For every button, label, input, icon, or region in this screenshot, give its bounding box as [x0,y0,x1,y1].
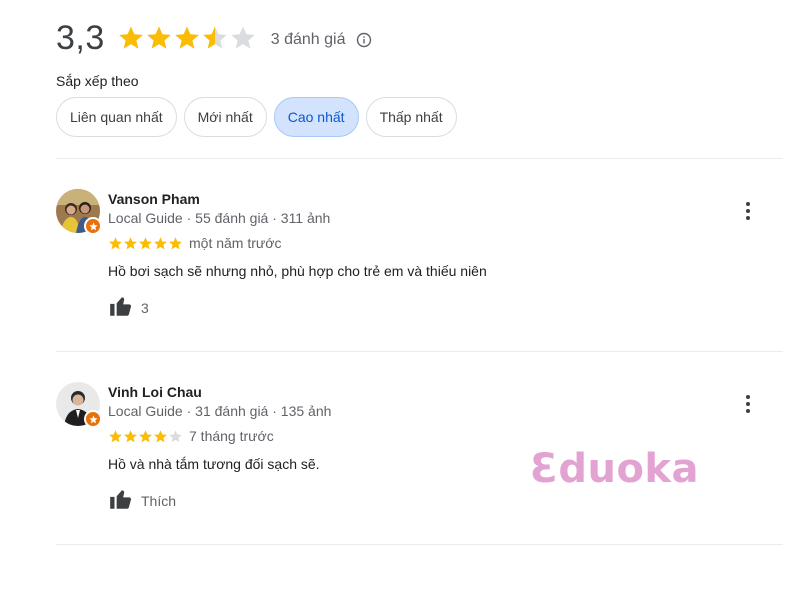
star-filled-icon [109,236,122,249]
reviewer-name[interactable]: Vanson Pham [108,191,200,207]
info-icon[interactable] [356,32,372,48]
review-date: 7 tháng trước [189,428,274,444]
review-rating: một năm trước [108,235,281,251]
sort-chip-lowest[interactable]: Thấp nhất [365,97,457,137]
watermark-logo: Ɛduoka [530,446,700,492]
sort-chip-newest[interactable]: Mới nhất [183,97,267,137]
star-filled-icon [169,236,182,249]
review-text: Hồ bơi sạch sẽ nhưng nhỏ, phù hợp cho tr… [108,263,487,279]
average-rating-stars [117,24,257,52]
more-options-icon[interactable] [736,199,760,223]
star-empty-icon [230,26,255,49]
sort-chip-relevant[interactable]: Liên quan nhất [56,97,177,137]
avatar[interactable] [56,189,102,235]
star-filled-icon [139,236,152,249]
star-filled-icon [146,26,171,49]
reviewer-meta: Local Guide · 31 đánh giá · 135 ảnh [108,403,332,419]
more-options-icon[interactable] [736,392,760,416]
star-filled-icon [154,429,167,442]
star-filled-icon [124,429,137,442]
reviewer-name[interactable]: Vinh Loi Chau [108,384,202,400]
star-filled-icon [139,429,152,442]
review-rating: 7 tháng trước [108,428,274,444]
avatar[interactable] [56,382,102,428]
review-count[interactable]: 3 đánh giá [271,31,346,49]
reviewer-meta: Local Guide · 55 đánh giá · 311 ảnh [108,210,331,226]
review-stars [108,236,183,251]
star-filled-icon [174,26,199,49]
review-date: một năm trước [189,235,282,251]
star-filled-icon [109,429,122,442]
rating-summary: 3,3 3 đánh giá [56,16,372,60]
sort-label: Sắp xếp theo [56,73,139,89]
sort-chips: Liên quan nhất Mới nhất Cao nhất Thấp nh… [56,97,464,137]
thumbs-up-icon [110,490,132,509]
local-guide-badge [84,410,102,428]
divider [56,158,783,159]
like-label: Thích [141,492,177,509]
like-count: 3 [141,299,149,316]
review-stars [108,429,183,444]
thumbs-up-icon [110,297,132,316]
star-filled-icon [118,26,143,49]
star-filled-icon [124,236,137,249]
like-button[interactable]: Thích [108,486,176,512]
review-text: Hồ và nhà tắm tương đối sạch sẽ. [108,456,320,472]
star-filled-icon [154,236,167,249]
like-button[interactable]: 3 [108,293,149,319]
local-guide-badge [84,217,102,235]
sort-chip-highest[interactable]: Cao nhất [273,97,359,137]
review-item: Vanson Pham Local Guide · 55 đánh giá · … [56,189,783,329]
star-half-icon [202,26,227,49]
divider [56,544,783,545]
star-empty-icon [169,429,182,442]
average-rating: 3,3 [56,18,105,57]
divider [56,351,783,352]
